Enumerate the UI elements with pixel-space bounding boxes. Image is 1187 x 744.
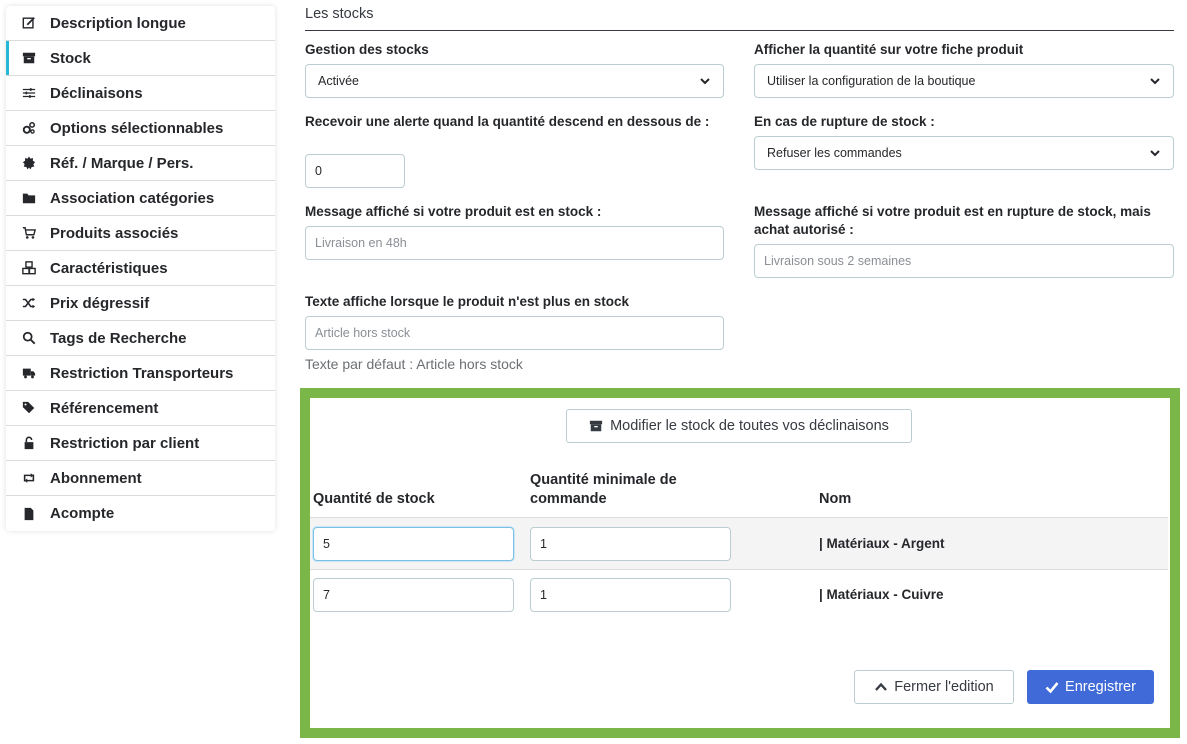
cubes-icon — [20, 259, 38, 277]
section-title: Les stocks — [305, 6, 1174, 31]
sidebar-item-restriction-client[interactable]: Restriction par client — [6, 426, 275, 461]
stock-management-label: Gestion des stocks — [305, 42, 429, 57]
row-combination-name: | Matériaux - Argent — [819, 536, 945, 551]
check-icon — [1045, 682, 1059, 694]
sidebar-item-produits-associes[interactable]: Produits associés — [6, 216, 275, 251]
folder-icon — [20, 189, 38, 207]
header-min-quantity: Quantité minimale de commande — [530, 472, 677, 507]
row-min-quantity-input[interactable]: 1 — [530, 527, 731, 561]
alert-threshold-input[interactable]: 0 — [305, 154, 405, 188]
show-quantity-select[interactable]: Utiliser la configuration de la boutique — [754, 64, 1174, 98]
close-edition-button[interactable]: Fermer l'edition — [854, 670, 1014, 704]
sidebar-item-label: Restriction Transporteurs — [50, 364, 234, 382]
sidebar-item-label: Stock — [50, 49, 91, 67]
sidebar-item-label: Acompte — [50, 505, 115, 522]
truck-icon — [20, 364, 38, 382]
sidebar-item-ref-marque[interactable]: Réf. / Marque / Pers. — [6, 146, 275, 181]
no-stock-text-input[interactable]: Article hors stock — [305, 316, 724, 350]
sidebar-item-label: Restriction par client — [50, 434, 200, 452]
button-label: Fermer l'edition — [894, 679, 994, 695]
archive-icon — [20, 49, 38, 67]
sidebar-item-label: Caractéristiques — [50, 259, 168, 277]
modify-all-stock-button[interactable]: Modifier le stock de toutes vos déclinai… — [566, 409, 912, 443]
sidebar-item-referencement[interactable]: Référencement — [6, 391, 275, 426]
sidebar-item-abonnement[interactable]: Abonnement — [6, 461, 275, 496]
unlock-icon — [20, 434, 38, 452]
sidebar-item-label: Prix dégressif — [50, 294, 150, 312]
sidebar-item-stock[interactable]: Stock — [6, 41, 275, 76]
sliders-icon — [20, 84, 38, 102]
sidebar-item-label: Tags de Recherche — [50, 329, 187, 347]
table-row-divider — [310, 569, 1168, 570]
out-of-stock-label: En cas de rupture de stock : — [754, 114, 935, 129]
in-stock-message-input[interactable]: Livraison en 48h — [305, 226, 724, 260]
sidebar-item-label: Description longue — [50, 14, 186, 32]
retweet-icon — [20, 469, 38, 487]
sidebar-item-caracteristiques[interactable]: Caractéristiques — [6, 251, 275, 286]
select-value: Utiliser la configuration de la boutique — [767, 74, 976, 88]
search-icon — [20, 329, 38, 347]
sidebar-item-declinaisons[interactable]: Déclinaisons — [6, 76, 275, 111]
sidebar-item-label: Association catégories — [50, 189, 215, 207]
no-stock-text-label: Texte affiche lorsque le produit n'est p… — [305, 294, 630, 309]
stock-management-select[interactable]: Activée — [305, 64, 724, 98]
chevron-up-icon — [875, 682, 888, 691]
archive-icon — [589, 420, 603, 432]
no-stock-default-help: Texte par défaut : Article hors stock — [305, 356, 523, 372]
row-quantity-input[interactable]: 7 — [313, 578, 514, 612]
sidebar-item-label: Déclinaisons — [50, 84, 143, 102]
backorder-message-input[interactable]: Livraison sous 2 semaines — [754, 244, 1174, 278]
sidebar-item-label: Réf. / Marque / Pers. — [50, 154, 194, 172]
row-combination-name: | Matériaux - Cuivre — [819, 587, 944, 602]
backorder-message-label: Message affiché si votre produit est en … — [754, 204, 1151, 237]
sidebar-item-acompte[interactable]: Acompte — [6, 496, 275, 531]
alert-threshold-label: Recevoir une alerte quand la quantité de… — [305, 114, 710, 129]
sidebar-item-prix-degressif[interactable]: Prix dégressif — [6, 286, 275, 321]
button-label: Modifier le stock de toutes vos déclinai… — [610, 418, 889, 434]
edit-icon — [20, 14, 38, 32]
sidebar-item-association-categories[interactable]: Association catégories — [6, 181, 275, 216]
header-quantity: Quantité de stock — [313, 491, 435, 507]
select-value: Refuser les commandes — [767, 146, 902, 160]
row-min-quantity-input[interactable]: 1 — [530, 578, 731, 612]
out-of-stock-select[interactable]: Refuser les commandes — [754, 136, 1174, 170]
in-stock-message-label: Message affiché si votre produit est en … — [305, 204, 602, 219]
random-icon — [20, 294, 38, 312]
show-quantity-label: Afficher la quantité sur votre fiche pro… — [754, 42, 1024, 57]
product-tabs-sidebar: Description longue Stock Déclinaisons Op… — [6, 6, 275, 531]
sidebar-item-options-selectionnables[interactable]: Options sélectionnables — [6, 111, 275, 146]
button-label: Enregistrer — [1065, 679, 1136, 695]
row-quantity-input[interactable]: 5 — [313, 527, 514, 561]
cart-icon — [20, 224, 38, 242]
tags-icon — [20, 399, 38, 417]
sidebar-item-label: Référencement — [50, 399, 159, 417]
sidebar-item-label: Produits associés — [50, 224, 179, 242]
certificate-icon — [20, 154, 38, 172]
header-name: Nom — [819, 491, 852, 507]
chevron-down-icon — [700, 78, 710, 85]
sidebar-item-tags-recherche[interactable]: Tags de Recherche — [6, 321, 275, 356]
sidebar-item-description-longue[interactable]: Description longue — [6, 6, 275, 41]
sidebar-item-label: Options sélectionnables — [50, 119, 224, 137]
select-value: Activée — [318, 74, 359, 88]
file-icon — [20, 505, 38, 523]
sidebar-item-label: Abonnement — [50, 469, 142, 487]
chevron-down-icon — [1150, 150, 1160, 157]
sidebar-item-restriction-transporteurs[interactable]: Restriction Transporteurs — [6, 356, 275, 391]
chevron-down-icon — [1150, 78, 1160, 85]
save-button[interactable]: Enregistrer — [1027, 670, 1154, 704]
cogs-icon — [20, 119, 38, 137]
